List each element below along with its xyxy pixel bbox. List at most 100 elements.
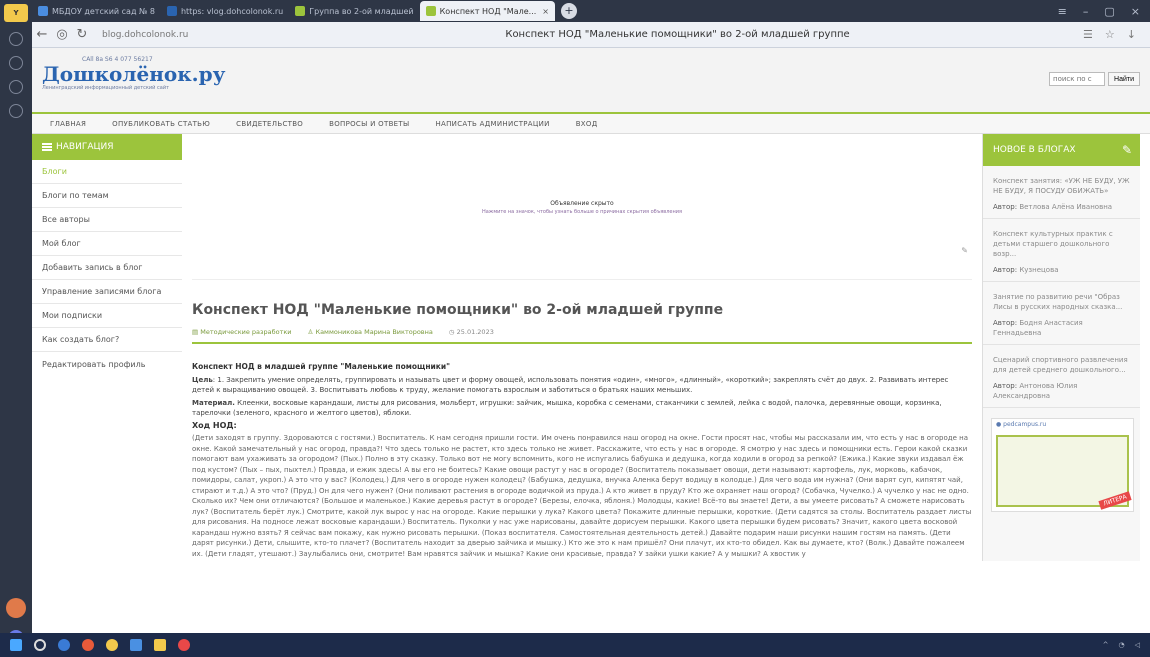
folder-icon[interactable] <box>154 639 166 651</box>
system-tray: ^ ◔ ◁ <box>1103 641 1150 649</box>
hod-heading: Ход НОД: <box>192 420 237 430</box>
bookmark-icon[interactable]: ☆ <box>1105 28 1115 41</box>
search-icon[interactable] <box>34 639 46 651</box>
promo-banner[interactable]: ● pedcampus.ru ЛИТЕРА <box>991 418 1134 512</box>
left-navigation: НАВИГАЦИЯ Блоги Блоги по темам Все автор… <box>32 134 182 561</box>
promo-image <box>996 435 1129 507</box>
menu-item-home[interactable]: ГЛАВНАЯ <box>50 120 86 128</box>
close-window-icon[interactable]: × <box>1131 5 1140 18</box>
site-logo[interactable]: CAll 8a S6 4 077 56217 Дошколёнок.ру Лен… <box>42 56 226 106</box>
edit-icon[interactable]: ✎ <box>1122 143 1132 157</box>
blog-item-author: Автор: Кузнецова <box>993 265 1132 275</box>
logo-text: Дошколёнок.ру <box>42 62 226 86</box>
tab-favicon-icon <box>295 6 306 16</box>
nav-item-manage-posts[interactable]: Управление записями блога <box>32 280 182 304</box>
profile-avatar[interactable] <box>6 598 26 618</box>
nav-item-edit-profile[interactable]: Редактировать профиль <box>32 352 182 376</box>
menu-item-contact[interactable]: НАПИСАТЬ АДМИНИСТРАЦИИ <box>435 120 549 128</box>
windows-start-icon[interactable] <box>10 639 22 651</box>
article-material: Материал. Клеенки, восковые карандаши, л… <box>192 398 972 419</box>
author-label: Автор: <box>993 203 1018 211</box>
taskbar-app-icon[interactable] <box>130 639 142 651</box>
tab-3[interactable]: Конспект НОД "Мале... × <box>419 1 555 21</box>
material-text: Клеенки, восковые карандаши, листы для р… <box>192 398 942 418</box>
downloads-icon[interactable]: ↓ <box>1127 28 1136 41</box>
taskbar-app-icon[interactable] <box>82 639 94 651</box>
blog-item[interactable]: Конспект занятия: «УЖ НЕ БУДУ, УЖ НЕ БУД… <box>983 166 1140 219</box>
protect-icon[interactable]: ◎ <box>52 27 72 42</box>
nav-item-all-authors[interactable]: Все авторы <box>32 208 182 232</box>
category-label: Методические разработки <box>200 328 292 336</box>
article-body: Конспект НОД в младшей группе "Маленькие… <box>192 362 972 559</box>
nav-item-how-to-create[interactable]: Как создать блог? <box>32 328 182 352</box>
blog-item[interactable]: Занятие по развитию речи "Образ Лисы в р… <box>983 282 1140 345</box>
address-bar: ← ◎ ↻ blog.dohcolonok.ru Конспект НОД "М… <box>32 22 1150 48</box>
tab-0[interactable]: МБДОУ детский сад № 8 <box>32 2 161 20</box>
blog-item[interactable]: Сценарий спортивного развлечения для дет… <box>983 345 1140 408</box>
blog-sidebar: НОВОЕ В БЛОГАХ ✎ Конспект занятия: «УЖ Н… <box>982 134 1140 561</box>
tab-2[interactable]: Группа во 2-ой младшей <box>289 2 419 20</box>
taskbar-app-icon[interactable] <box>58 639 70 651</box>
author-name[interactable]: Кузнецова <box>1019 266 1058 274</box>
reload-icon[interactable]: ↻ <box>72 27 92 42</box>
blog-item-title[interactable]: Конспект культурных практик с детьми ста… <box>993 229 1132 259</box>
side-panel-dot-icon[interactable] <box>9 80 23 94</box>
menu-item-publish[interactable]: ОПУБЛИКОВАТЬ СТАТЬЮ <box>112 120 210 128</box>
author-label: Каммоникова Марина Викторовна <box>315 328 433 336</box>
ad-hidden-label: Объявление скрыто <box>550 200 614 207</box>
tray-chevron-icon[interactable]: ^ <box>1103 641 1109 649</box>
blog-item[interactable]: Конспект культурных практик с детьми ста… <box>983 219 1140 282</box>
logo-subtitle: Ленинградский информационный детский сай… <box>42 85 169 91</box>
menu-item-certificate[interactable]: СВИДЕТЕЛЬСТВО <box>236 120 303 128</box>
article-category[interactable]: ▤ Методические разработки <box>192 328 292 336</box>
nav-item-add-post[interactable]: Добавить запись в блог <box>32 256 182 280</box>
blog-item-title[interactable]: Сценарий спортивного развлечения для дет… <box>993 355 1132 375</box>
page-title-bar: Конспект НОД "Маленькие помощники" во 2-… <box>505 29 850 40</box>
author-name[interactable]: Ветлова Алёна Ивановна <box>1019 203 1112 211</box>
goal-label: Цель <box>192 375 213 384</box>
menu-item-login[interactable]: ВХОД <box>576 120 598 128</box>
yandex-browser-icon[interactable] <box>178 639 190 651</box>
author-label: Автор: <box>993 266 1018 274</box>
close-tab-icon[interactable]: × <box>542 7 549 16</box>
blog-item-title[interactable]: Конспект занятия: «УЖ НЕ БУДУ, УЖ НЕ БУД… <box>993 176 1132 196</box>
nav-item-blogs-by-topic[interactable]: Блоги по темам <box>32 184 182 208</box>
goal-text: : 1. Закрепить умение определять, группи… <box>192 375 949 395</box>
ad-hidden-sub[interactable]: Нажмите на значок, чтобы узнать больше о… <box>192 209 972 215</box>
nav-item-blogs[interactable]: Блоги <box>32 160 182 184</box>
new-tab-icon[interactable]: + <box>560 3 577 19</box>
article-goal: Цель: 1. Закрепить умение определять, гр… <box>192 375 972 396</box>
nav-item-subscriptions[interactable]: Мои подписки <box>32 304 182 328</box>
search-input[interactable] <box>1049 72 1106 86</box>
nav-item-my-blog[interactable]: Мой блог <box>32 232 182 256</box>
tab-label: МБДОУ детский сад № 8 <box>52 6 155 16</box>
yandex-logo-icon[interactable]: Y <box>4 4 28 22</box>
pencil-icon[interactable]: ✎ <box>961 246 968 255</box>
menu-icon[interactable]: ≡ <box>1058 5 1067 18</box>
blog-item-author: Автор: Бодня Анастасия Геннадьевна <box>993 318 1132 338</box>
url-field[interactable]: blog.dohcolonok.ru <box>102 30 272 40</box>
site-header: CAll 8a S6 4 077 56217 Дошколёнок.ру Лен… <box>32 48 1150 112</box>
side-panel-dot-icon[interactable] <box>9 56 23 70</box>
search-button[interactable]: Найти <box>1108 72 1140 86</box>
page-content: НАВИГАЦИЯ Блоги Блоги по темам Все автор… <box>32 134 1150 561</box>
tab-label: Группа во 2-ой младшей <box>309 6 414 16</box>
minimize-icon[interactable]: – <box>1083 5 1089 18</box>
menu-item-faq[interactable]: ВОПРОСЫ И ОТВЕТЫ <box>329 120 409 128</box>
browser-side-panel: Y <box>0 0 32 646</box>
maximize-icon[interactable]: ▢ <box>1104 5 1114 18</box>
side-panel-dot-icon[interactable] <box>9 32 23 46</box>
reader-icon[interactable]: ☰ <box>1083 28 1093 41</box>
blog-item-title[interactable]: Занятие по развитию речи "Образ Лисы в р… <box>993 292 1132 312</box>
article-author[interactable]: ♙ Каммоникова Марина Викторовна <box>308 328 433 336</box>
blog-sidebar-title: НОВОЕ В БЛОГАХ <box>993 145 1076 155</box>
volume-icon[interactable]: ◁ <box>1135 641 1140 649</box>
tab-1[interactable]: https: vlog.dohcolonok.ru <box>161 2 289 20</box>
taskbar: ^ ◔ ◁ <box>0 633 1150 657</box>
side-panel-dot-icon[interactable] <box>9 104 23 118</box>
back-icon[interactable]: ← <box>32 27 52 42</box>
network-icon[interactable]: ◔ <box>1119 641 1125 649</box>
taskbar-app-icon[interactable] <box>106 639 118 651</box>
nav-title: НАВИГАЦИЯ <box>56 142 114 152</box>
blog-sidebar-header: НОВОЕ В БЛОГАХ ✎ <box>983 134 1140 166</box>
